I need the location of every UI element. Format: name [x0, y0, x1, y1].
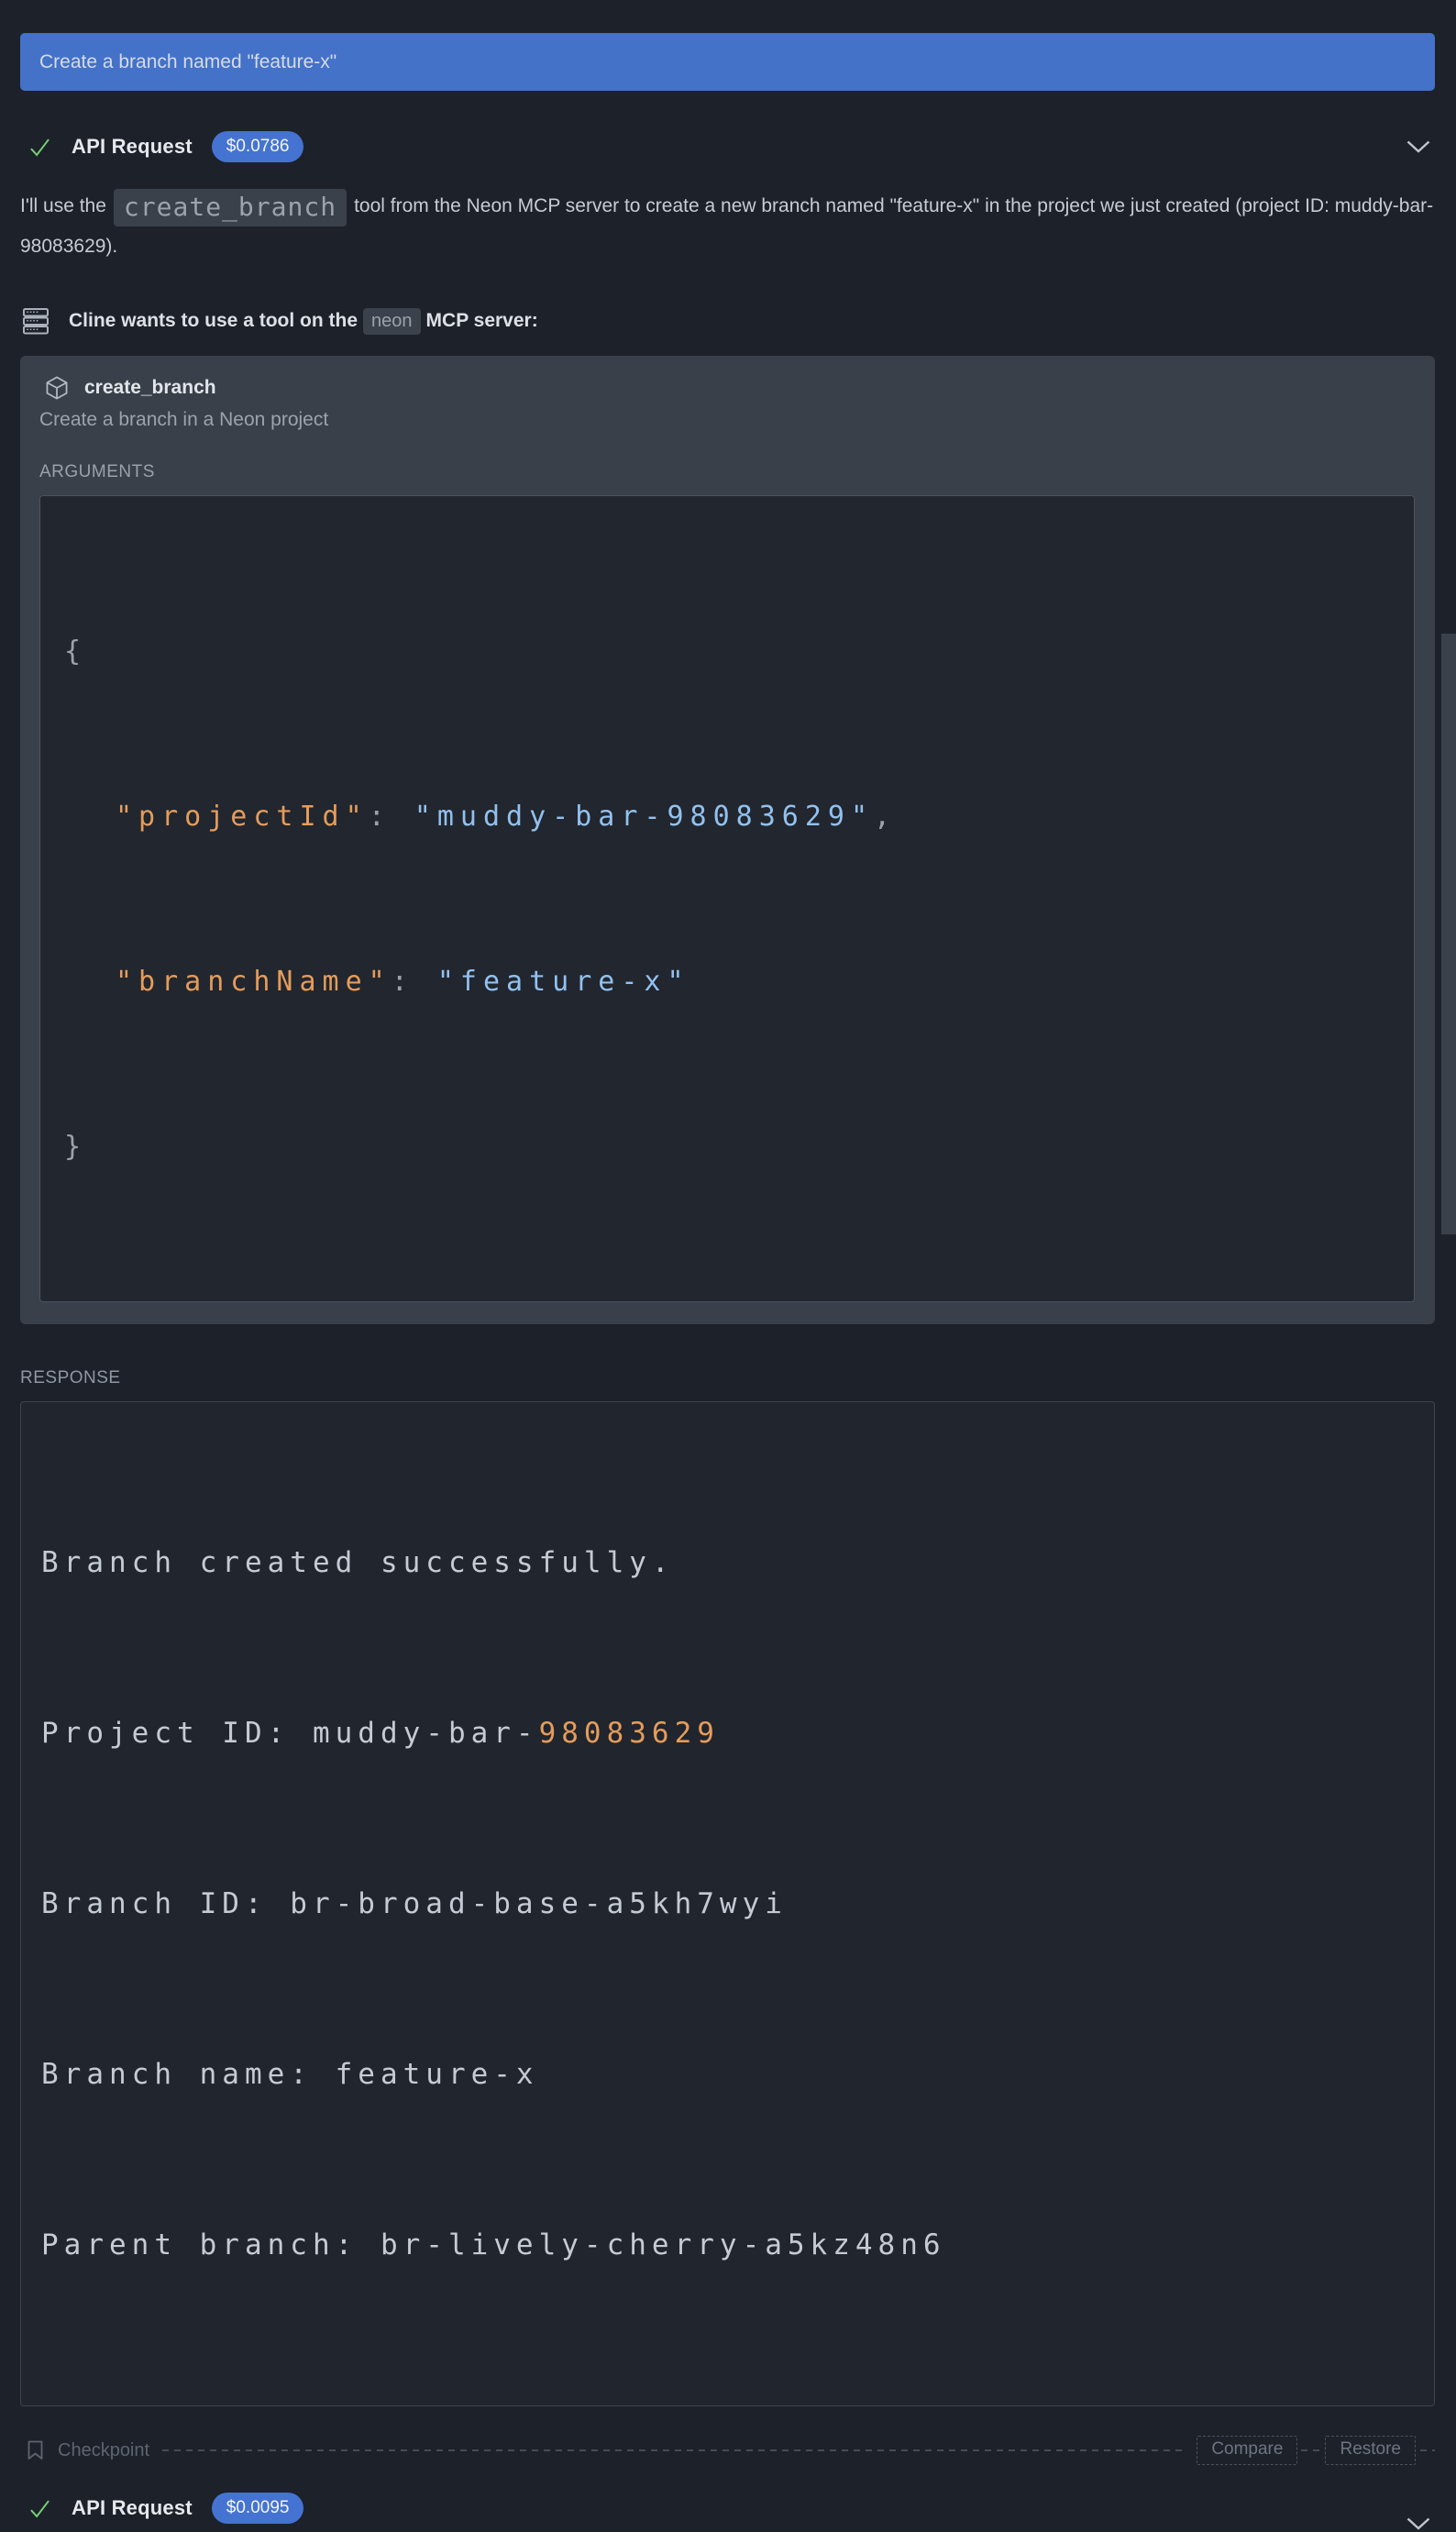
- tool-name: create_branch: [84, 377, 216, 399]
- response-project-number: 98083629: [539, 1717, 720, 1750]
- json-line: {: [64, 625, 1390, 680]
- compare-button[interactable]: Compare: [1197, 2436, 1297, 2465]
- message-text-before: I'll use the: [20, 195, 106, 216]
- json-brace: {: [64, 636, 87, 668]
- response-line: Branch ID: br-broad-base-a5kh7wyi: [41, 1875, 1414, 1932]
- cline-chat-view: Create a branch named "feature-x" API Re…: [0, 33, 1456, 2524]
- arguments-label: ARGUMENTS: [39, 462, 1415, 484]
- response-output-block: Branch created successfully. Project ID:…: [20, 1401, 1435, 2406]
- check-icon: [28, 135, 52, 160]
- mcp-tool-card: create_branch Create a branch in a Neon …: [20, 356, 1435, 1324]
- tool-announcement-text: Cline wants to use a tool on theneonMCP …: [69, 310, 538, 332]
- api-request-header-2[interactable]: API Request $0.0095: [20, 2493, 1435, 2524]
- response-line: Branch created successfully.: [41, 1534, 1414, 1591]
- response-line: Branch name: feature-x: [41, 2046, 1414, 2103]
- restore-button[interactable]: Restore: [1325, 2436, 1416, 2465]
- checkpoint-row: Checkpoint Compare Restore: [20, 2436, 1435, 2465]
- response-line: Project ID: muddy-bar-98083629: [41, 1705, 1414, 1762]
- cube-icon: [44, 375, 70, 401]
- json-line: "projectId": "muddy-bar-98083629",: [64, 790, 1390, 845]
- json-brace: }: [64, 1131, 87, 1163]
- response-label: RESPONSE: [20, 1368, 1435, 1390]
- bookmark-icon: [26, 2439, 45, 2461]
- announcement-before: Cline wants to use a tool on the: [69, 310, 358, 331]
- json-value: "feature-x": [437, 966, 690, 998]
- assistant-message: I'll use thecreate_branchtool from the N…: [20, 186, 1435, 266]
- inline-code-chip: create_branch: [114, 189, 347, 227]
- json-separator: :: [392, 966, 437, 998]
- api-cost-badge: $0.0095: [212, 2493, 304, 2524]
- response-line2-prefix: Project ID: muddy-bar-: [41, 1717, 539, 1750]
- checkpoint-divider: [1301, 2449, 1321, 2451]
- mcp-server-icon: [22, 306, 50, 336]
- tool-announcement-row: Cline wants to use a tool on theneonMCP …: [20, 306, 1435, 336]
- check-icon: [28, 2496, 52, 2521]
- json-separator: :: [369, 801, 414, 833]
- tool-description: Create a branch in a Neon project: [39, 409, 1415, 435]
- user-task-text: Create a branch named "feature-x": [39, 51, 336, 73]
- checkpoint-label: Checkpoint: [58, 2440, 149, 2461]
- api-request-label: API Request: [72, 2496, 193, 2520]
- api-request-header-1[interactable]: API Request $0.0786: [20, 131, 1435, 162]
- arguments-json-block: { "projectId": "muddy-bar-98083629", "br…: [39, 495, 1415, 1302]
- checkpoint-divider: [1420, 2449, 1435, 2451]
- announcement-after: MCP server:: [426, 310, 538, 331]
- json-comma: ,: [874, 801, 897, 833]
- api-cost-badge: $0.0786: [212, 131, 304, 162]
- json-key: "projectId": [116, 801, 369, 833]
- json-line: "branchName": "feature-x": [64, 955, 1390, 1010]
- chevron-down-icon[interactable]: [1406, 138, 1431, 155]
- tool-header: create_branch: [39, 374, 1415, 402]
- user-task-banner[interactable]: Create a branch named "feature-x": [20, 33, 1435, 91]
- json-key: "branchName": [116, 966, 392, 998]
- json-line: }: [64, 1120, 1390, 1175]
- api-request-label: API Request: [72, 135, 193, 159]
- response-line: Parent branch: br-lively-cherry-a5kz48n6: [41, 2217, 1414, 2273]
- vertical-scrollbar-thumb[interactable]: [1441, 634, 1456, 1234]
- server-name-pill: neon: [363, 308, 421, 335]
- chevron-down-icon[interactable]: [1406, 2515, 1431, 2532]
- checkpoint-divider: [162, 2449, 1187, 2451]
- json-value: "muddy-bar-98083629": [414, 801, 874, 833]
